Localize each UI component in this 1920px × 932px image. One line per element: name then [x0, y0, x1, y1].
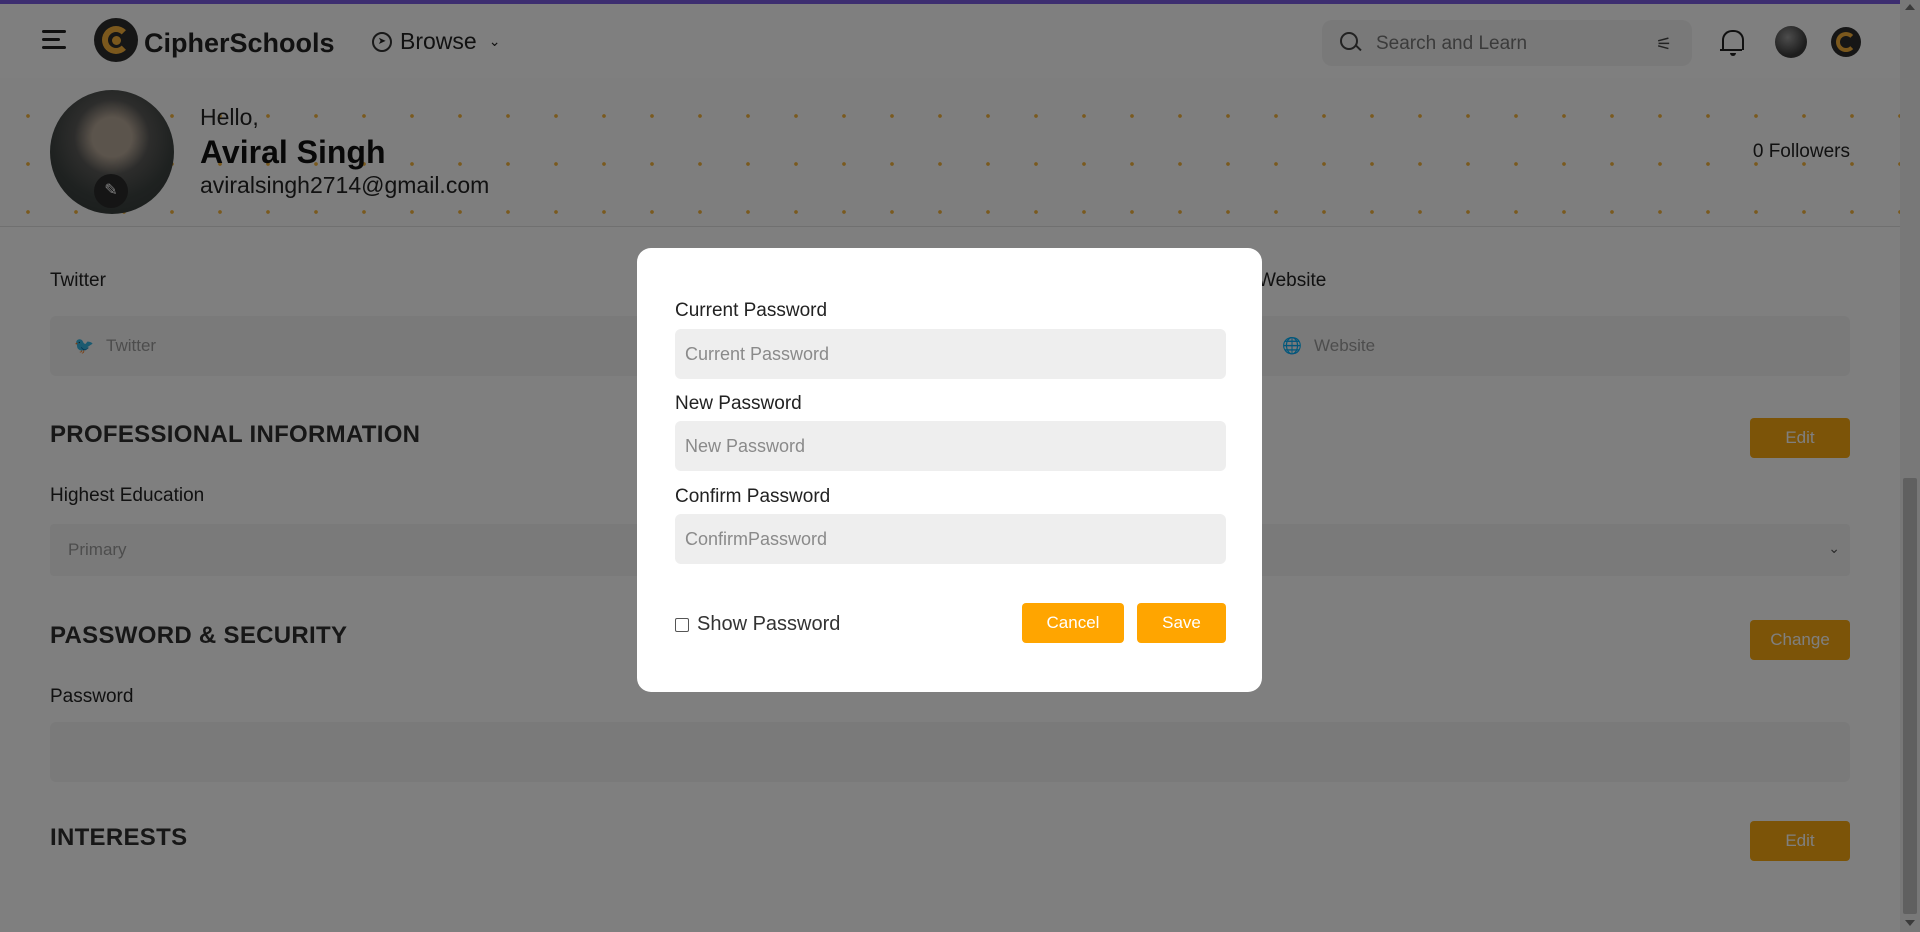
current-password-input[interactable]: [675, 329, 1226, 379]
change-password-modal: Current Password New Password Confirm Pa…: [637, 248, 1262, 692]
show-password-checkbox[interactable]: [675, 617, 689, 632]
new-password-label: New Password: [675, 393, 802, 414]
new-password-input[interactable]: [675, 421, 1226, 471]
confirm-password-label: Confirm Password: [675, 486, 831, 507]
save-button[interactable]: Save: [1137, 603, 1226, 643]
cancel-button[interactable]: Cancel: [1022, 603, 1124, 643]
current-password-label: Current Password: [675, 300, 828, 321]
show-password-label: Show Password: [697, 613, 841, 635]
show-password-toggle[interactable]: Show Password: [675, 613, 840, 636]
confirm-password-input[interactable]: [675, 514, 1226, 564]
